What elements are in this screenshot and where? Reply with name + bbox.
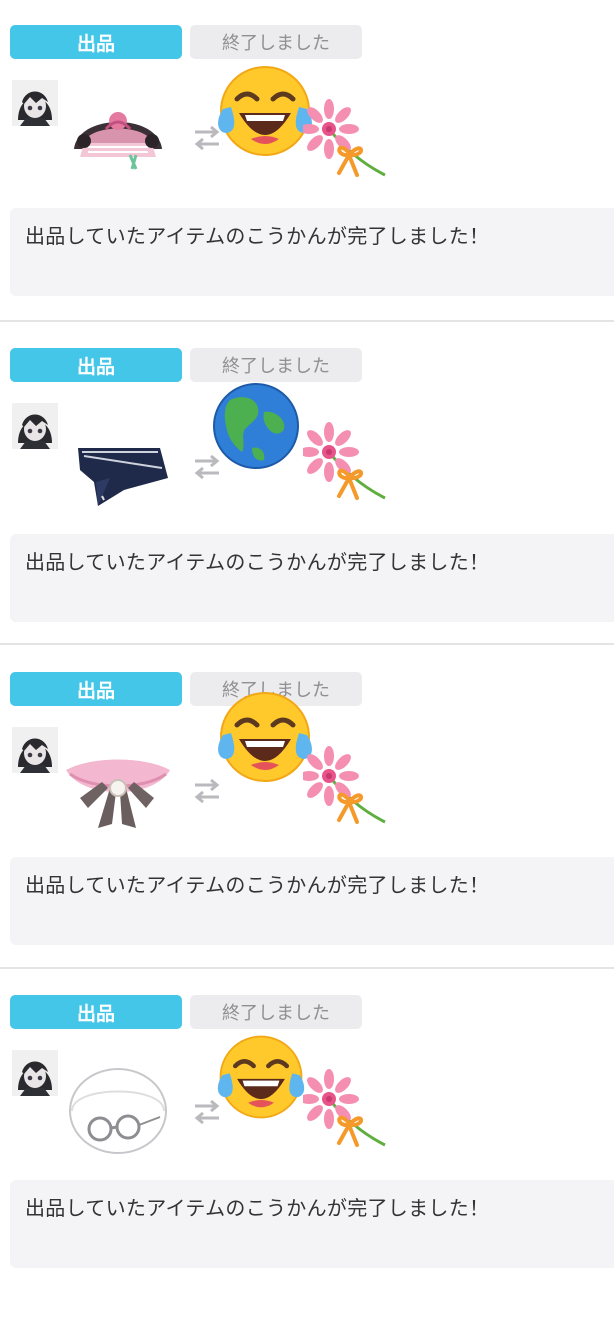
face-with-tears-of-joy-icon (215, 61, 315, 161)
message-box: 出品していたアイテムのこうかんが完了しました！ (10, 208, 614, 296)
round-glasses-icon (62, 1055, 174, 1155)
divider (0, 643, 614, 645)
listing-card[interactable]: 出品 終了しました 出品していたアイテムのこうかんが完了しました！ (0, 995, 614, 1318)
divider (0, 320, 614, 322)
ribbon-skirt-icon (62, 85, 174, 185)
listing-tag: 出品 (10, 672, 182, 706)
listing-tag: 出品 (10, 25, 182, 59)
avatar[interactable] (12, 727, 58, 773)
face-with-tears-of-joy-icon (215, 687, 315, 787)
flower-icon (299, 1069, 391, 1151)
status-badge: 終了しました (190, 348, 362, 382)
listing-tag: 出品 (10, 348, 182, 382)
status-badge: 終了しました (190, 25, 362, 59)
message-box: 出品していたアイテムのこうかんが完了しました！ (10, 1180, 614, 1268)
message-box: 出品していたアイテムのこうかんが完了しました！ (10, 534, 614, 622)
avatar[interactable] (12, 1050, 58, 1096)
listing-tag: 出品 (10, 995, 182, 1029)
globe-americas-icon (212, 382, 300, 470)
flower-icon (299, 422, 391, 504)
flower-icon (299, 746, 391, 828)
pink-bow-collar-icon (62, 732, 174, 832)
face-with-tears-of-joy-icon (215, 1031, 307, 1123)
flower-icon (299, 99, 391, 181)
avatar[interactable] (12, 80, 58, 126)
listing-card[interactable]: 出品 終了しました 出品していたアイテムのこうかんが完了しました！ (0, 672, 614, 995)
divider (0, 967, 614, 969)
sailor-collar-icon (62, 408, 174, 508)
message-box: 出品していたアイテムのこうかんが完了しました！ (10, 857, 614, 945)
status-badge: 終了しました (190, 995, 362, 1029)
avatar[interactable] (12, 403, 58, 449)
listing-card[interactable]: 出品 終了しました 出品していたアイテムのこうかんが完了しました！ (0, 348, 614, 671)
listing-card[interactable]: 出品 終了しました 出品していたアイテムのこうかんが完了しました！ (0, 25, 614, 348)
